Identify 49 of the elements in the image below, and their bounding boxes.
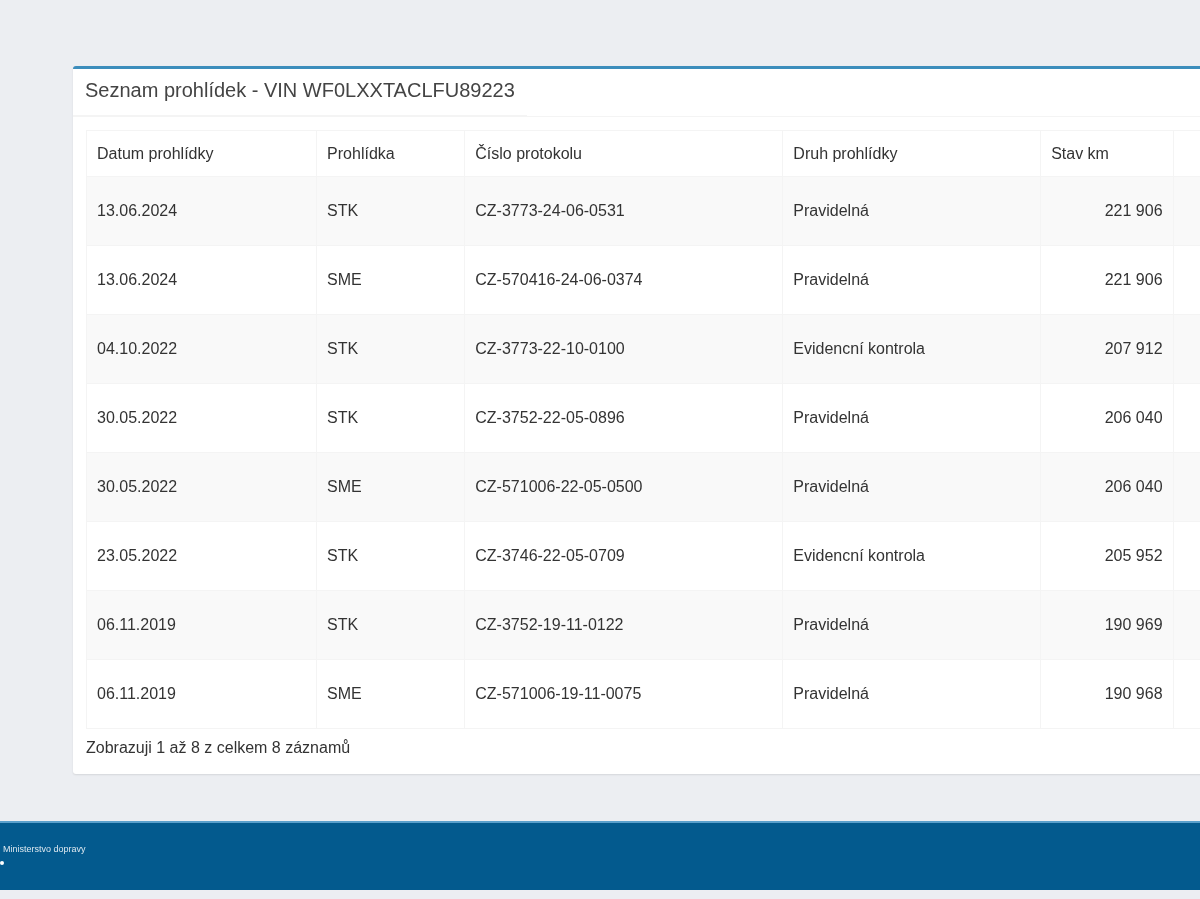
column-header[interactable]: Stav km xyxy=(1040,130,1174,177)
table-cell: 04.10.2022 xyxy=(86,314,317,384)
table-info: Zobrazuji 1 až 8 z celkem 8 záznamů xyxy=(86,738,351,757)
table-cell: Pravidelná xyxy=(782,245,1041,315)
table-cell: STK xyxy=(316,176,465,246)
column-header[interactable]: Číslo protokolu xyxy=(464,130,783,177)
table-cell: 205 952 xyxy=(1040,521,1174,591)
table-cell: 30.05.2022 xyxy=(86,452,317,522)
table-cell: CZ-571006-19-11-0075 xyxy=(464,659,783,729)
table-cell: 13.06.2024 xyxy=(86,245,317,315)
table-cell: 23.05.2022 xyxy=(86,521,317,591)
column-header[interactable]: Druh prohlídky xyxy=(782,130,1041,177)
table-cell: STK xyxy=(316,590,465,660)
table-cell: STK xyxy=(316,314,465,384)
table-cell: SME xyxy=(316,245,465,315)
table-cell: CZ-3773-22-10-0100 xyxy=(464,314,783,384)
table-cell: 06.11.2019 xyxy=(86,590,317,660)
table-cell: 30.05.2022 xyxy=(86,383,317,453)
dot-icon xyxy=(0,861,4,865)
table-cell: Pravidelná xyxy=(782,659,1041,729)
table-cell: 221 906 xyxy=(1040,176,1174,246)
table-cell: CZ-570416-24-06-0374 xyxy=(464,245,783,315)
column-header[interactable]: Prohlídka xyxy=(316,130,465,177)
table-cell: CZ-3746-22-05-0709 xyxy=(464,521,783,591)
table-cell: 206 040 xyxy=(1040,383,1174,453)
table-cell: STK xyxy=(316,521,465,591)
table-cell: 190 969 xyxy=(1040,590,1174,660)
column-header[interactable]: Datum prohlídky xyxy=(86,130,317,177)
table-cell: 207 912 xyxy=(1040,314,1174,384)
table-cell: SME xyxy=(316,452,465,522)
table-cell: Evidencní kontrola xyxy=(782,314,1041,384)
table-cell: 13.06.2024 xyxy=(86,176,317,246)
table-cell: CZ-3773-24-06-0531 xyxy=(464,176,783,246)
table-cell: 190 968 xyxy=(1040,659,1174,729)
table-cell: 221 906 xyxy=(1040,245,1174,315)
table-cell: Pravidelná xyxy=(782,383,1041,453)
table-cell: CZ-3752-19-11-0122 xyxy=(464,590,783,660)
table-cell: Pravidelná xyxy=(782,590,1041,660)
table-cell: SME xyxy=(316,659,465,729)
table-cell: 206 040 xyxy=(1040,452,1174,522)
footer-text: Ministerstvo dopravy xyxy=(3,844,86,854)
table-cell: 06.11.2019 xyxy=(86,659,317,729)
table-cell: Pravidelná xyxy=(782,452,1041,522)
table-cell: Evidencní kontrola xyxy=(782,521,1041,591)
table-cell: CZ-571006-22-05-0500 xyxy=(464,452,783,522)
table-cell: CZ-3752-22-05-0896 xyxy=(464,383,783,453)
panel-title: Seznam prohlídek - VIN WF0LXXTACLFU89223 xyxy=(73,69,527,116)
table-cell: Pravidelná xyxy=(782,176,1041,246)
table-cell: STK xyxy=(316,383,465,453)
